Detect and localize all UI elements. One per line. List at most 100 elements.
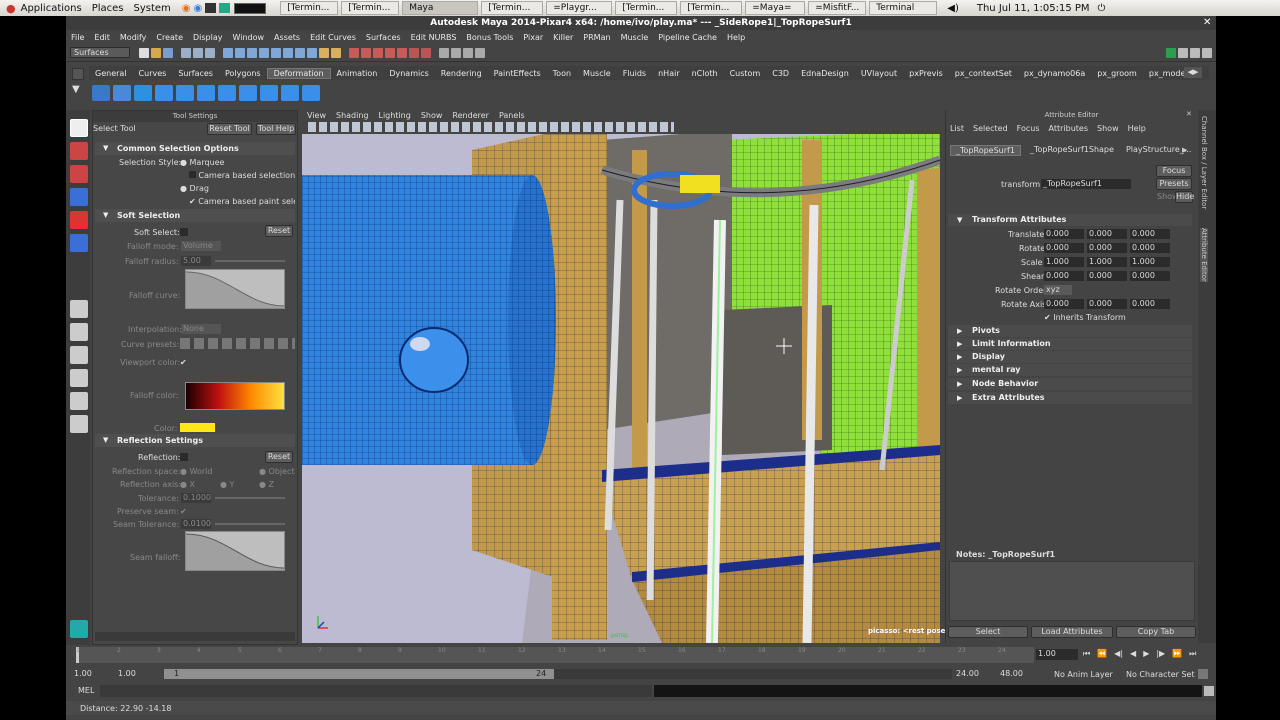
scale-z-field[interactable]: 1.000 xyxy=(1130,257,1170,267)
highlight-selection-icon[interactable] xyxy=(331,47,341,58)
translate-y-field[interactable]: 0.000 xyxy=(1087,229,1127,239)
falloff-color-ramp[interactable] xyxy=(185,382,285,410)
soft-select-reset-button[interactable]: Reset xyxy=(265,225,293,237)
shelf-tab-ednadesign[interactable]: EdnaDesign xyxy=(795,69,855,78)
playback-start-field[interactable]: 1.00 xyxy=(116,669,160,679)
window-close-icon[interactable]: ✕ xyxy=(1203,17,1211,28)
shelf-tab-rendering[interactable]: Rendering xyxy=(435,69,488,78)
drag-radio[interactable]: ● Drag xyxy=(180,184,209,193)
toggle-tool-settings-icon[interactable] xyxy=(1190,47,1200,58)
toggle-attribute-editor-icon[interactable] xyxy=(1178,47,1188,58)
viewport-menu-renderer[interactable]: Renderer xyxy=(447,111,494,120)
interpolation-dropdown[interactable]: None xyxy=(181,324,221,334)
menu-pixar[interactable]: Pixar xyxy=(518,33,548,42)
shelf-tab-fluids[interactable]: Fluids xyxy=(617,69,652,78)
falloff-mode-dropdown[interactable]: Volume xyxy=(181,241,221,251)
pivots-header[interactable]: Pivots xyxy=(948,325,1192,337)
preserve-seam-checkbox[interactable]: ✔ xyxy=(180,507,187,516)
select-object-icon[interactable] xyxy=(193,47,203,58)
seam-falloff-ramp[interactable] xyxy=(185,531,285,571)
shelf-tab-c3d[interactable]: C3D xyxy=(766,69,795,78)
shelf-tab-nhair[interactable]: nHair xyxy=(652,69,686,78)
menu-modify[interactable]: Modify xyxy=(115,33,152,42)
attribute-editor-tab[interactable]: Attribute Editor xyxy=(1200,228,1208,282)
task-maya-2[interactable]: =Maya= xyxy=(745,1,806,15)
layout-graph-icon[interactable] xyxy=(70,392,88,410)
viewport-menu-show[interactable]: Show xyxy=(416,111,448,120)
rotate-axis-z-field[interactable]: 0.000 xyxy=(1130,299,1170,309)
menu-assets[interactable]: Assets xyxy=(269,33,305,42)
select-tool-icon[interactable] xyxy=(70,119,88,137)
task-terminal-1[interactable]: [Termin... xyxy=(280,1,339,15)
workspace-switcher[interactable] xyxy=(234,2,267,14)
shelf-tab-muscle[interactable]: Muscle xyxy=(577,69,617,78)
common-selection-header[interactable]: Common Selection Options xyxy=(95,142,295,155)
mental-ray-header[interactable]: mental ray xyxy=(948,364,1192,376)
snap-point-icon[interactable] xyxy=(373,47,383,58)
anim-start-field[interactable]: 1.00 xyxy=(72,669,112,679)
extra-attributes-header[interactable]: Extra Attributes xyxy=(948,392,1192,404)
paint-select-tool-icon[interactable] xyxy=(70,165,88,183)
camera-based-selection-checkbox[interactable]: Camera based selection xyxy=(189,171,295,180)
make-live-icon[interactable] xyxy=(397,47,407,58)
step-forward-key-icon[interactable]: ⏩ xyxy=(1172,649,1182,659)
toggle-channel-box-icon[interactable] xyxy=(1202,47,1212,58)
select-button[interactable]: Select xyxy=(948,626,1028,638)
mask-deform-icon[interactable] xyxy=(271,47,281,58)
move-tool-icon[interactable] xyxy=(70,188,88,206)
layout-single-icon[interactable] xyxy=(70,300,88,318)
ae-menu-help[interactable]: Help xyxy=(1128,124,1146,133)
color-swatch[interactable] xyxy=(180,423,215,432)
layout-outliner-icon[interactable] xyxy=(70,620,88,638)
shelf-tab-general[interactable]: General xyxy=(89,69,133,78)
toggle-modeling-toolkit-icon[interactable] xyxy=(1166,47,1176,58)
falloff-radius-field[interactable]: 5.00 xyxy=(181,256,211,266)
mask-joint-icon[interactable] xyxy=(235,47,245,58)
task-terminal-2[interactable]: [Termin... xyxy=(341,1,400,15)
rotate-y-field[interactable]: 0.000 xyxy=(1087,243,1127,253)
hypershade-icon[interactable] xyxy=(475,47,485,58)
rotate-axis-y-field[interactable]: 0.000 xyxy=(1087,299,1127,309)
step-forward-frame-icon[interactable]: |▶ xyxy=(1156,649,1165,659)
power-icon[interactable]: ⏻ xyxy=(1098,3,1106,14)
shelf-tab-uvlayout[interactable]: UVlayout xyxy=(855,69,903,78)
rotate-order-dropdown[interactable]: xyz xyxy=(1044,285,1072,295)
rotate-x-field[interactable]: 0.000 xyxy=(1044,243,1084,253)
sine-deformer-icon[interactable] xyxy=(176,85,194,101)
viewport-menu-shading[interactable]: Shading xyxy=(331,111,374,120)
character-set-dropdown[interactable]: No Character Set xyxy=(1126,670,1195,679)
menu-killer[interactable]: Killer xyxy=(548,33,578,42)
open-scene-icon[interactable] xyxy=(151,47,161,58)
anim-end-field[interactable]: 48.00 xyxy=(998,669,1038,679)
range-slider-bar[interactable]: 1 24 xyxy=(164,669,952,679)
menu-bonus-tools[interactable]: Bonus Tools xyxy=(461,33,518,42)
wire-deformer-icon[interactable] xyxy=(260,85,278,101)
menu-muscle[interactable]: Muscle xyxy=(616,33,654,42)
ae-menu-show[interactable]: Show xyxy=(1097,124,1119,133)
seam-tolerance-slider[interactable] xyxy=(215,523,285,525)
camera-based-paint-checkbox[interactable]: ✔ Camera based paint selection xyxy=(189,197,295,206)
mask-render-icon[interactable] xyxy=(295,47,305,58)
range-slider-handle[interactable]: 1 24 xyxy=(164,669,554,679)
shelf-tab-surfaces[interactable]: Surfaces xyxy=(172,69,219,78)
ipr-render-icon[interactable] xyxy=(451,47,461,58)
perspective-viewport[interactable] xyxy=(302,110,940,643)
task-maya[interactable]: Maya xyxy=(402,1,479,15)
cluster-deformer-icon[interactable] xyxy=(113,85,131,101)
axis-x-radio[interactable]: ● X xyxy=(180,480,195,489)
focus-button[interactable]: Focus xyxy=(1156,165,1192,177)
shelf-tab-ncloth[interactable]: nCloth xyxy=(686,69,724,78)
viewport-toolbar-icons[interactable] xyxy=(308,122,674,132)
menu-display[interactable]: Display xyxy=(188,33,228,42)
hide-button[interactable]: Hide xyxy=(1175,191,1194,203)
ae-tab-transform[interactable]: _TopRopeSurf1 xyxy=(950,145,1021,156)
shelf-options-icon[interactable]: ▼ xyxy=(72,84,84,100)
viewport-menu-view[interactable]: View xyxy=(302,111,331,120)
select-component-icon[interactable] xyxy=(205,47,215,58)
limit-information-header[interactable]: Limit Information xyxy=(948,338,1192,350)
playback-end-field[interactable]: 24.00 xyxy=(954,669,994,679)
soft-selection-header[interactable]: Soft Selection xyxy=(95,209,295,222)
tolerance-slider[interactable] xyxy=(215,497,285,499)
reflection-reset-button[interactable]: Reset xyxy=(265,451,293,463)
new-scene-icon[interactable] xyxy=(139,47,149,58)
